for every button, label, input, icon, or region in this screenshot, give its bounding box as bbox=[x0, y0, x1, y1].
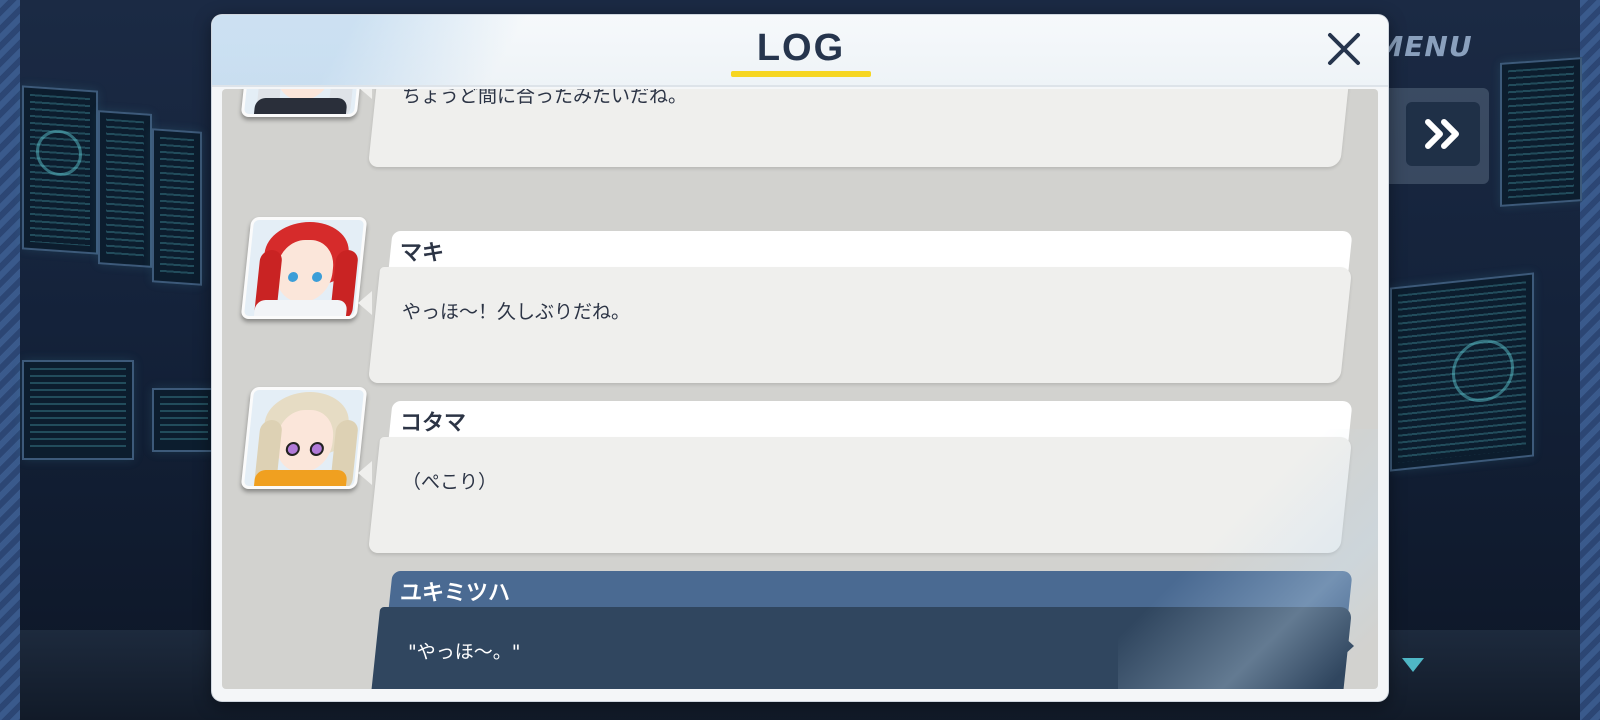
bg-monitor bbox=[22, 360, 134, 460]
title-underline bbox=[731, 71, 871, 77]
speaker-name: コタマ bbox=[400, 411, 467, 436]
red-haired-girl-portrait bbox=[240, 217, 368, 319]
bg-monitor bbox=[152, 388, 216, 452]
message-text: ちょうど間に合ったみたいだね。 bbox=[402, 89, 688, 107]
bubble-tail bbox=[358, 89, 372, 99]
log-entry: マキ やっほ～！久しぶりだね。 bbox=[222, 217, 1378, 391]
log-modal: LOG ちょうど間に合ったみたいだね。 マキ やっほ～！久しぶりだね。 コタマ … bbox=[212, 15, 1388, 701]
log-entry: コタマ （ぺこり） bbox=[222, 387, 1378, 561]
white-haired-girl-portrait bbox=[240, 89, 368, 117]
left-border-stripe bbox=[0, 0, 20, 720]
message-text: "やっほ～。" bbox=[408, 641, 521, 663]
bg-monitor bbox=[1390, 272, 1534, 472]
log-header: LOG bbox=[212, 15, 1388, 87]
log-entry: ちょうど間に合ったみたいだね。 bbox=[222, 89, 1378, 175]
bubble-tail bbox=[358, 461, 372, 485]
bg-monitor bbox=[22, 85, 98, 255]
blonde-glasses-girl-portrait bbox=[240, 387, 368, 489]
speaker-name: マキ bbox=[400, 241, 445, 266]
bg-monitor bbox=[152, 128, 202, 286]
message-text: （ぺこり） bbox=[402, 471, 498, 493]
log-title: LOG bbox=[756, 27, 846, 69]
right-border-stripe bbox=[1580, 0, 1600, 720]
log-scroll-area[interactable]: ちょうど間に合ったみたいだね。 マキ やっほ～！久しぶりだね。 コタマ （ぺこり… bbox=[222, 89, 1378, 689]
double-chevron-right-icon bbox=[1425, 119, 1459, 149]
bg-monitor bbox=[98, 110, 152, 268]
message-bubble bbox=[368, 437, 1353, 553]
message-text: やっほ～！久しぶりだね。 bbox=[402, 301, 631, 323]
scroll-down-indicator-icon bbox=[1402, 658, 1424, 672]
bubble-tail bbox=[358, 291, 372, 315]
speaker-name: ユキミツハ bbox=[400, 581, 511, 606]
skip-button[interactable] bbox=[1406, 102, 1480, 166]
current-line-arrow-icon bbox=[1342, 635, 1354, 657]
bg-monitor bbox=[1500, 57, 1582, 207]
log-entry-current: ユキミツハ "やっほ～。" bbox=[222, 571, 1378, 689]
close-button[interactable] bbox=[1320, 25, 1368, 73]
message-bubble bbox=[368, 267, 1353, 383]
close-icon bbox=[1328, 33, 1360, 65]
